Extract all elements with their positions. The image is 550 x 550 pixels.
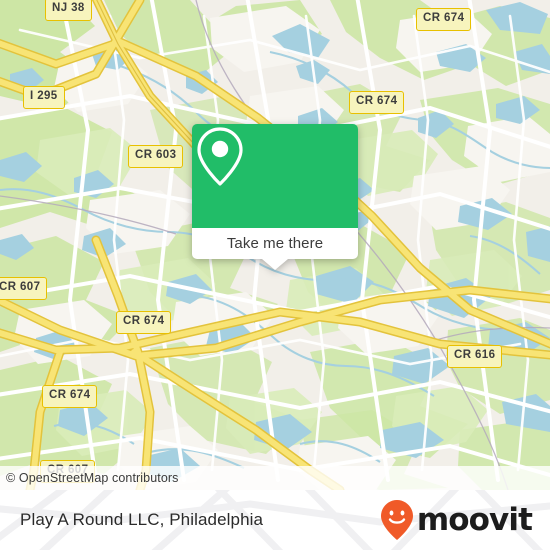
road-shield: CR 674 [116, 311, 172, 334]
popup-pointer [262, 259, 288, 270]
moovit-logo[interactable]: moovit [380, 490, 533, 550]
popup-image [192, 124, 358, 228]
moovit-wordmark: moovit [416, 501, 533, 538]
map-pin-icon [197, 127, 243, 186]
road-shield: NJ 38 [45, 0, 92, 21]
road-shield: CR 674 [42, 385, 98, 408]
place-popup[interactable]: Take me there [192, 124, 358, 270]
road-shield: CR 616 [447, 345, 503, 368]
footer-bar: Play A Round LLC, Philadelphia moovit [0, 490, 550, 550]
take-me-there-button[interactable]: Take me there [192, 228, 358, 259]
place-title-text: Play A Round LLC, Philadelphia [20, 510, 264, 529]
place-title: Play A Round LLC, Philadelphia [20, 490, 263, 550]
moovit-smiley-pin-icon [380, 500, 413, 540]
take-me-there-label: Take me there [226, 235, 324, 252]
osm-attribution-text: © OpenStreetMap contributors [6, 471, 179, 485]
road-shield: CR 674 [349, 91, 405, 114]
road-shield: CR 674 [416, 8, 472, 31]
road-shield: CR 603 [128, 145, 184, 168]
map-canvas[interactable]: NJ 38 I 295 CR 603 CR 674 CR 674 CR 607 … [0, 0, 550, 490]
road-shield: CR 607 [0, 277, 48, 300]
road-shield: I 295 [23, 86, 65, 109]
moovit-place-card: NJ 38 I 295 CR 603 CR 674 CR 674 CR 607 … [0, 0, 550, 550]
osm-attribution-bar: © OpenStreetMap contributors [0, 466, 550, 490]
